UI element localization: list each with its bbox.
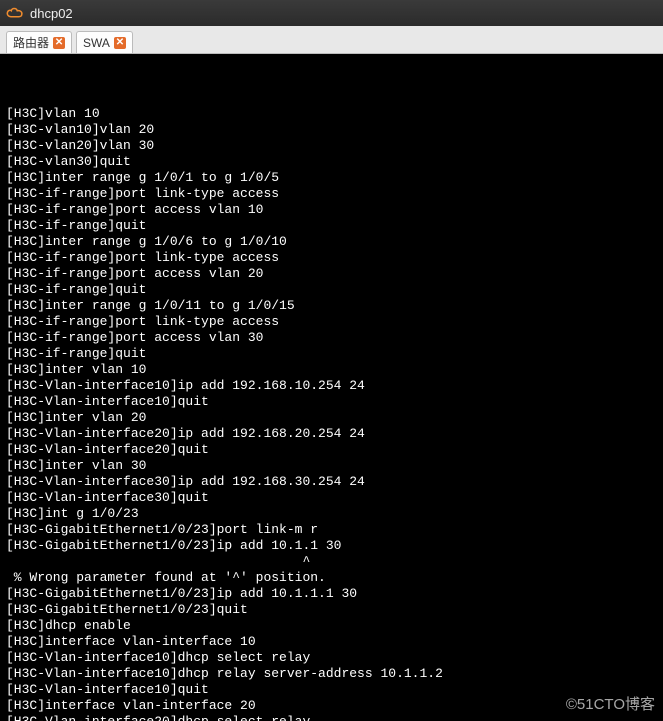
terminal-line: [H3C]inter vlan 10 — [6, 362, 657, 378]
terminal-line: [H3C-vlan30]quit — [6, 154, 657, 170]
terminal-line: [H3C]inter vlan 20 — [6, 410, 657, 426]
terminal-line: [H3C-if-range]port link-type access — [6, 314, 657, 330]
terminal-line: [H3C-if-range]port link-type access — [6, 250, 657, 266]
terminal-line: [H3C-if-range]port access vlan 20 — [6, 266, 657, 282]
terminal-line: [H3C-Vlan-interface20]quit — [6, 442, 657, 458]
terminal-line: [H3C-vlan20]vlan 30 — [6, 138, 657, 154]
tab-label: 路由器 — [13, 34, 49, 51]
close-icon[interactable]: ✕ — [53, 37, 65, 49]
terminal-line: [H3C]vlan 10 — [6, 106, 657, 122]
terminal-line: [H3C-vlan10]vlan 20 — [6, 122, 657, 138]
terminal-line: [H3C-if-range]port link-type access — [6, 186, 657, 202]
app-window: dhcp02 路由器 ✕ SWA ✕ [H3C]vlan 10[H3C-vlan… — [0, 0, 663, 721]
terminal-line: [H3C-GigabitEthernet1/0/23]quit — [6, 602, 657, 618]
terminal-line: [H3C-Vlan-interface10]ip add 192.168.10.… — [6, 378, 657, 394]
terminal-line: [H3C]inter range g 1/0/11 to g 1/0/15 — [6, 298, 657, 314]
terminal-line: [H3C]inter range g 1/0/1 to g 1/0/5 — [6, 170, 657, 186]
window-title: dhcp02 — [30, 6, 73, 21]
tabbar: 路由器 ✕ SWA ✕ — [0, 26, 663, 54]
terminal-line: [H3C-Vlan-interface10]quit — [6, 682, 657, 698]
terminal-line: % Wrong parameter found at '^' position. — [6, 570, 657, 586]
terminal-line: [H3C-if-range]quit — [6, 282, 657, 298]
terminal-line: [H3C-if-range]quit — [6, 218, 657, 234]
cloud-icon — [6, 6, 24, 20]
terminal-line: [H3C]interface vlan-interface 10 — [6, 634, 657, 650]
terminal-line: [H3C-Vlan-interface20]ip add 192.168.20.… — [6, 426, 657, 442]
terminal-line: ^ — [6, 554, 657, 570]
terminal-line: [H3C-if-range]quit — [6, 346, 657, 362]
tab-swa[interactable]: SWA ✕ — [76, 31, 133, 53]
terminal-line: [H3C-Vlan-interface30]ip add 192.168.30.… — [6, 474, 657, 490]
terminal-line: [H3C-GigabitEthernet1/0/23]ip add 10.1.1… — [6, 538, 657, 554]
close-icon[interactable]: ✕ — [114, 37, 126, 49]
terminal-line: [H3C-GigabitEthernet1/0/23]port link-m r — [6, 522, 657, 538]
terminal-line: [H3C-Vlan-interface10]quit — [6, 394, 657, 410]
terminal-line: [H3C-Vlan-interface30]quit — [6, 490, 657, 506]
terminal-line: [H3C-Vlan-interface10]dhcp select relay — [6, 650, 657, 666]
titlebar[interactable]: dhcp02 — [0, 0, 663, 26]
terminal-line: [H3C]interface vlan-interface 20 — [6, 698, 657, 714]
tab-router[interactable]: 路由器 ✕ — [6, 31, 72, 53]
terminal-line: [H3C-GigabitEthernet1/0/23]ip add 10.1.1… — [6, 586, 657, 602]
terminal-line: [H3C]dhcp enable — [6, 618, 657, 634]
tab-label: SWA — [83, 36, 110, 50]
terminal-output[interactable]: [H3C]vlan 10[H3C-vlan10]vlan 20[H3C-vlan… — [0, 54, 663, 721]
terminal-line: [H3C-if-range]port access vlan 10 — [6, 202, 657, 218]
terminal-line: [H3C]inter range g 1/0/6 to g 1/0/10 — [6, 234, 657, 250]
terminal-line: [H3C]int g 1/0/23 — [6, 506, 657, 522]
terminal-line: [H3C-if-range]port access vlan 30 — [6, 330, 657, 346]
terminal-line: [H3C-Vlan-interface10]dhcp relay server-… — [6, 666, 657, 682]
terminal-line: [H3C]inter vlan 30 — [6, 458, 657, 474]
terminal-line: [H3C-Vlan-interface20]dhcp select relay — [6, 714, 657, 721]
